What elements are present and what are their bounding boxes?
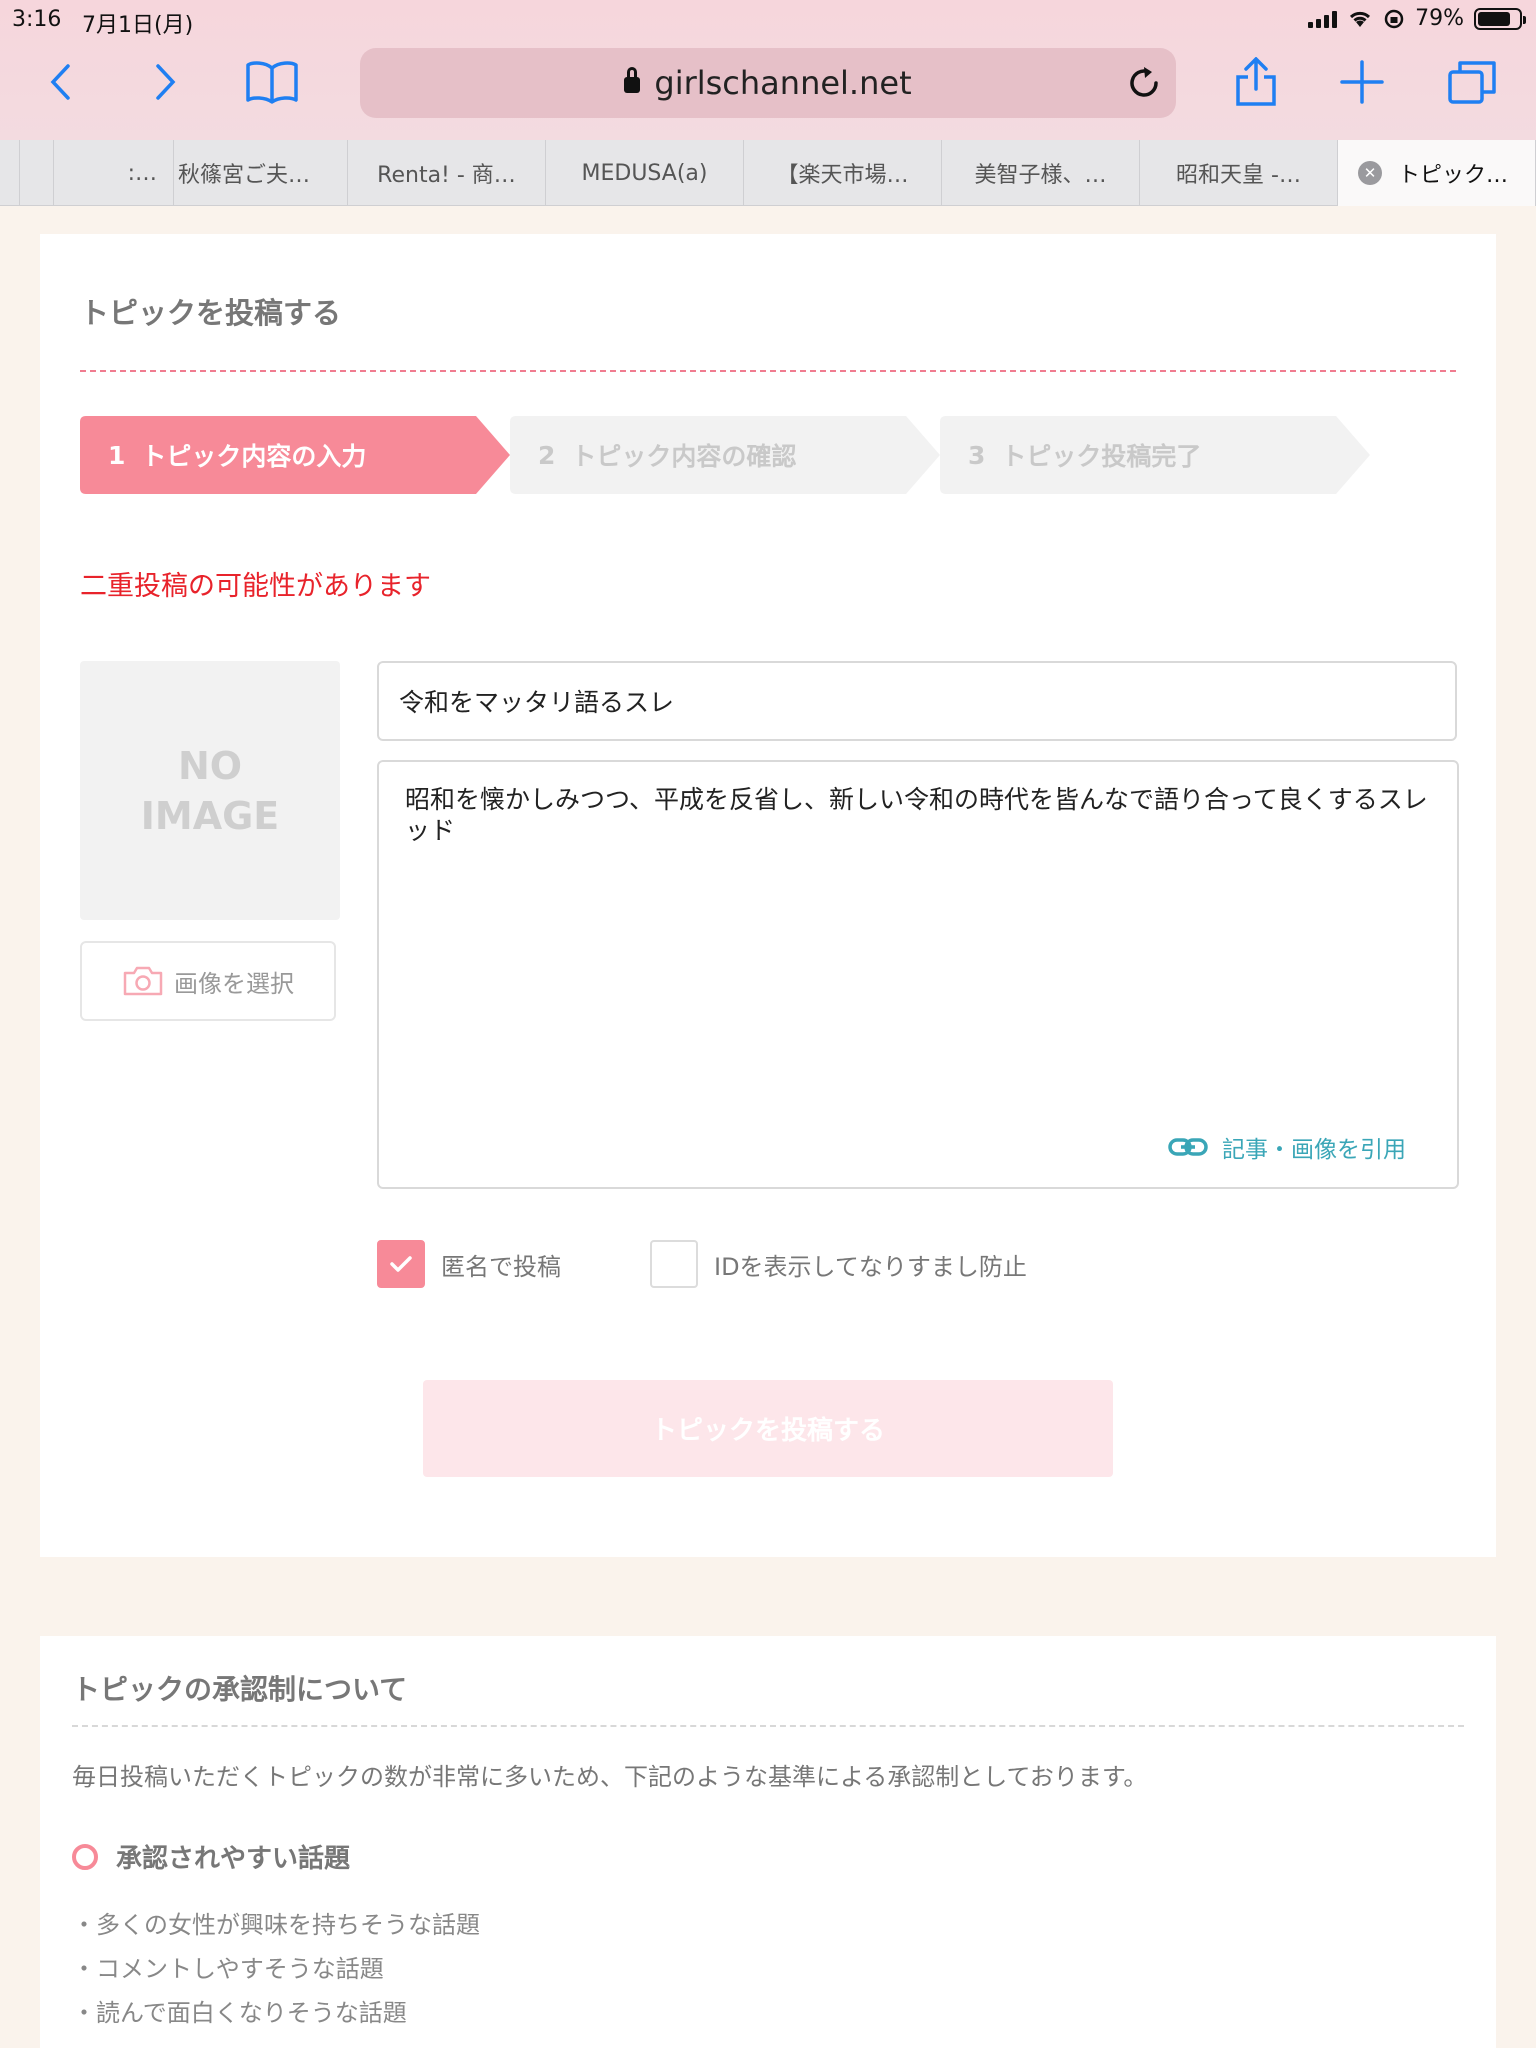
tab-title: 秋篠宮ご夫… <box>178 163 311 188</box>
image-placeholder: NO IMAGE <box>80 661 340 920</box>
show-id-label: IDを表示してなりすまし防止 <box>714 1252 1027 1281</box>
new-tab-button[interactable] <box>1330 52 1394 112</box>
forward-button[interactable] <box>136 52 196 112</box>
show-id-checkbox[interactable]: IDを表示してなりすまし防止 <box>650 1240 1027 1288</box>
status-time: 3:16 <box>12 7 62 32</box>
approval-heading: トピックの承認制について <box>72 1673 408 1706</box>
tab[interactable] <box>20 140 54 206</box>
no-image-text-2: IMAGE <box>140 793 280 838</box>
duplicate-warning: 二重投稿の可能性があります <box>80 571 431 602</box>
select-image-button[interactable]: 画像を選択 <box>80 941 336 1021</box>
submit-topic-button[interactable]: トピックを投稿する <box>423 1380 1113 1477</box>
approval-info-card: トピックの承認制について 毎日投稿いただくトピックの数が非常に多いため、下記のよ… <box>40 1636 1496 2048</box>
tab[interactable]: :… <box>54 140 174 206</box>
status-bar: 3:16 7月1日(月) 79% <box>0 0 1536 40</box>
tab[interactable]: 昭和天皇 -… <box>1140 140 1338 206</box>
address-bar[interactable]: girlschannel.net <box>360 48 1176 118</box>
tab[interactable] <box>0 140 20 206</box>
chevron-left-icon <box>50 64 70 100</box>
battery-icon <box>1474 7 1526 30</box>
divider <box>72 1725 1464 1727</box>
divider <box>80 370 1456 372</box>
form-heading: トピックを投稿する <box>80 296 342 330</box>
battery-percent: 79% <box>1415 6 1464 31</box>
bookmarks-button[interactable] <box>240 52 304 112</box>
tab-title: 昭和天皇 -… <box>1176 163 1301 188</box>
plus-icon <box>1340 60 1384 104</box>
wifi-icon <box>1350 11 1371 27</box>
quote-link[interactable]: 記事・画像を引用 <box>1168 1130 1406 1164</box>
list-item: ・読んで面白くなりそうな話題 <box>72 1999 407 2027</box>
submit-topic-label: トピックを投稿する <box>650 1416 885 1446</box>
progress-steps: 1 トピック内容の入力 2 トピック内容の確認 3 トピック投稿完了 <box>80 416 1456 494</box>
checkbox-unchecked[interactable] <box>650 1240 698 1288</box>
checkbox-checked[interactable] <box>377 1240 425 1288</box>
signal-icon <box>1308 10 1338 28</box>
quote-link-label: 記事・画像を引用 <box>1222 1137 1406 1163</box>
post-form-card: トピックを投稿する 1 トピック内容の入力 2 トピック内容の確認 3 トピック… <box>40 234 1496 1557</box>
tab-title: :… <box>127 160 157 186</box>
back-button[interactable] <box>30 52 90 112</box>
tab[interactable]: 秋篠宮ご夫… <box>174 140 348 206</box>
tab-title: MEDUSA(a) <box>581 160 708 186</box>
lock-icon <box>624 67 641 93</box>
step-3: 3 トピック投稿完了 <box>940 416 1370 494</box>
step-2: 2 トピック内容の確認 <box>510 416 940 494</box>
approval-subheading: 承認されやすい話題 <box>72 1838 350 1875</box>
tab-title: 【楽天市場… <box>776 163 909 188</box>
checkmark-icon <box>390 1256 412 1272</box>
anonymous-checkbox[interactable]: 匿名で投稿 <box>377 1240 561 1288</box>
anonymous-label: 匿名で投稿 <box>441 1252 561 1281</box>
topic-body-textarea[interactable]: 昭和を懐かしみつつ、平成を反省し、新しい令和の時代を皆んなで語り合って良くするス… <box>377 760 1459 1189</box>
tab-title: Renta! - 商… <box>377 163 516 188</box>
share-button[interactable] <box>1224 52 1288 112</box>
approval-list: ・多くの女性が興味を持ちそうな話題 ・コメントしやすそうな話題 ・読んで面白くな… <box>72 1903 480 2035</box>
book-icon <box>246 61 298 104</box>
status-right: 79% <box>1308 6 1526 31</box>
browser-chrome: 3:16 7月1日(月) 79% girlschannel.net <box>0 0 1536 140</box>
tab-title: 美智子様、… <box>974 163 1107 188</box>
tab[interactable]: MEDUSA(a) <box>546 140 744 206</box>
topic-title-value: 令和をマッタリ語るスレ <box>399 688 675 717</box>
orientation-lock-icon <box>1384 9 1404 28</box>
approval-description: 毎日投稿いただくトピックの数が非常に多いため、下記のような基準による承認制として… <box>72 1763 1148 1791</box>
close-tab-icon[interactable]: ✕ <box>1358 161 1382 185</box>
tab[interactable]: 【楽天市場… <box>744 140 942 206</box>
list-item: ・コメントしやすそうな話題 <box>72 1955 384 1983</box>
status-date: 7月1日(月) <box>82 13 194 38</box>
tab[interactable]: 美智子様、… <box>942 140 1140 206</box>
link-icon <box>1168 1138 1208 1156</box>
step-1: 1 トピック内容の入力 <box>80 416 510 494</box>
url-text: girlschannel.net <box>654 64 912 102</box>
select-image-label: 画像を選択 <box>174 969 294 998</box>
camera-icon <box>123 966 163 996</box>
tabs-overview-button[interactable] <box>1440 52 1504 112</box>
tab-strip: :… 秋篠宮ご夫… Renta! - 商… MEDUSA(a) 【楽天市場… 美… <box>0 140 1536 206</box>
tab-title: トピック… <box>1398 163 1509 188</box>
circle-icon <box>72 1843 98 1870</box>
list-item: ・多くの女性が興味を持ちそうな話題 <box>72 1911 480 1939</box>
reload-icon[interactable] <box>1126 65 1162 101</box>
chevron-right-icon <box>156 64 176 100</box>
no-image-text-1: NO <box>177 743 243 788</box>
tab[interactable]: Renta! - 商… <box>348 140 546 206</box>
tabs-icon <box>1448 61 1496 104</box>
share-icon <box>1236 57 1276 106</box>
topic-title-input[interactable]: 令和をマッタリ語るスレ <box>377 661 1457 741</box>
topic-body-value: 昭和を懐かしみつつ、平成を反省し、新しい令和の時代を皆んなで語り合って良くするス… <box>405 785 1428 845</box>
tab-active[interactable]: ✕ トピック… <box>1338 140 1536 206</box>
